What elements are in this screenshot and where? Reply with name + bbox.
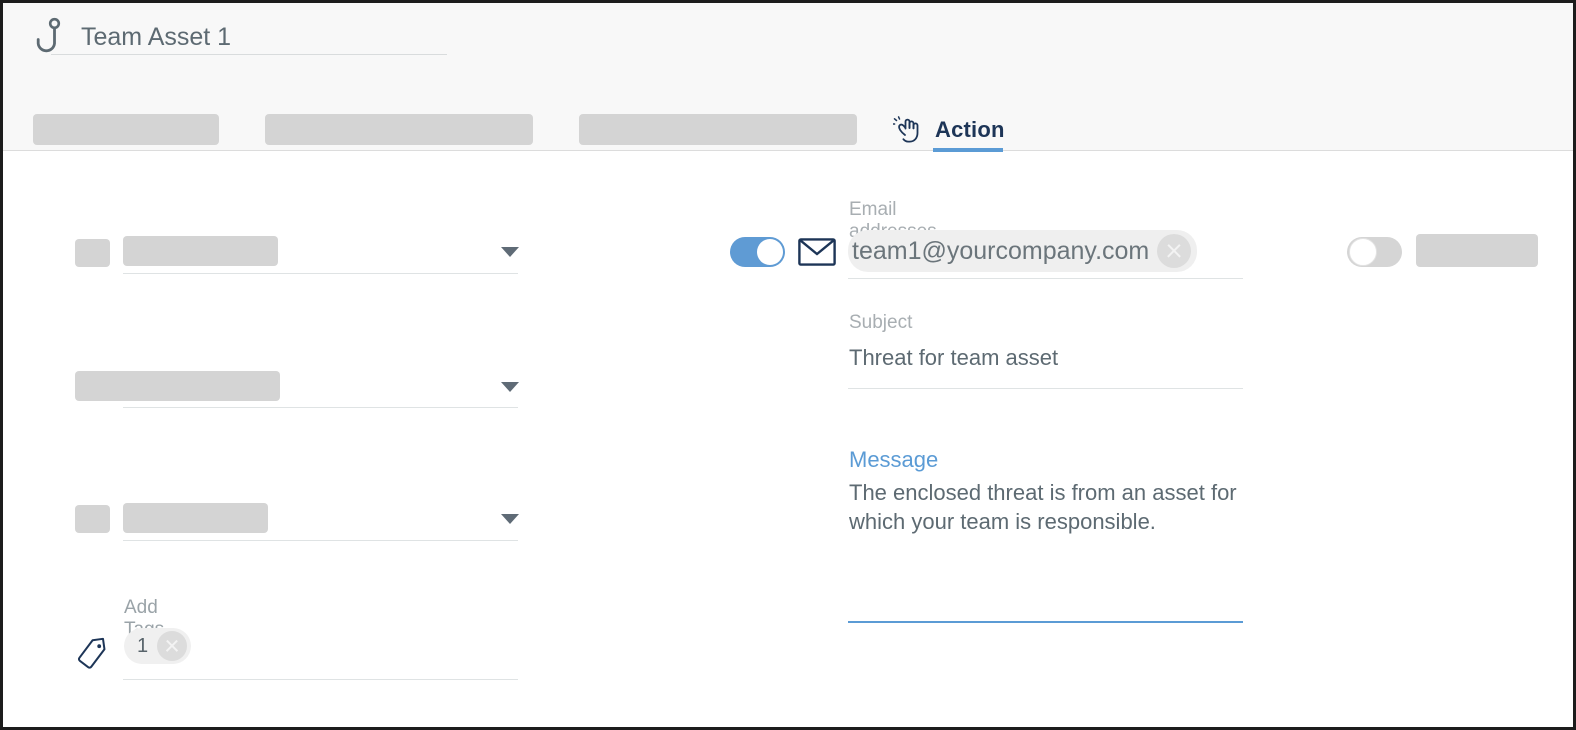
message-label: Message <box>849 447 939 472</box>
form-row-2-chevron-down-icon[interactable] <box>501 382 519 392</box>
tab-redacted-1[interactable] <box>33 114 219 145</box>
message-underline <box>848 621 1243 623</box>
email-chip-label: team1@yourcompany.com <box>852 236 1150 265</box>
add-tags-underline <box>123 679 518 680</box>
form-row-3-underline <box>123 540 518 541</box>
email-addresses-underline <box>848 278 1243 279</box>
asset-title-row: Team Asset 1 <box>33 17 477 59</box>
tag-chip-label: 1 <box>137 634 149 657</box>
subject-input[interactable]: Threat for team asset <box>849 345 1058 371</box>
tab-bar: Action <box>3 109 1573 151</box>
hand-pointer-icon <box>893 116 935 144</box>
tab-action[interactable]: Action <box>891 109 1007 151</box>
form-row-1-underline <box>123 273 518 274</box>
subject-label: Subject <box>849 312 913 333</box>
tab-redacted-3[interactable] <box>579 114 857 145</box>
asset-title-field[interactable]: Team Asset 1 <box>77 17 477 57</box>
form-row-3-chevron-down-icon[interactable] <box>501 514 519 524</box>
form-row-1-value-redacted[interactable] <box>123 236 278 266</box>
form-row-1-prefix-redacted[interactable] <box>75 239 110 267</box>
tab-active-underline <box>933 148 1003 152</box>
email-action-toggle[interactable] <box>730 237 785 267</box>
form-row-2-underline <box>123 407 518 408</box>
subject-underline <box>848 388 1243 389</box>
secondary-action-toggle[interactable] <box>1347 237 1402 267</box>
tab-redacted-2[interactable] <box>265 114 533 145</box>
secondary-action-toggle-knob <box>1349 238 1377 266</box>
email-chip-list: team1@yourcompany.com <box>848 230 1198 272</box>
asset-title-text: Team Asset 1 <box>81 23 232 51</box>
asset-title-underline <box>51 54 447 55</box>
tag-chip[interactable]: 1 <box>124 628 192 664</box>
remove-email-icon[interactable] <box>1157 234 1192 268</box>
remove-tag-icon[interactable] <box>157 631 188 661</box>
form-row-1-chevron-down-icon[interactable] <box>501 247 519 257</box>
fish-hook-icon <box>33 17 77 59</box>
message-textarea[interactable]: The enclosed threat is from an asset for… <box>849 478 1241 536</box>
email-action-toggle-knob <box>757 239 783 265</box>
form-row-2-value-redacted[interactable] <box>75 371 280 401</box>
email-chip[interactable]: team1@yourcompany.com <box>848 230 1198 272</box>
panel-header: Team Asset 1 Action <box>3 3 1573 152</box>
secondary-action-redacted[interactable] <box>1416 234 1538 267</box>
form-row-3-prefix-redacted[interactable] <box>75 505 110 533</box>
form-row-3-value-redacted[interactable] <box>123 503 268 533</box>
tab-action-label: Action <box>935 117 1005 142</box>
asset-action-panel: Team Asset 1 Action Add 1 Email team1@yo… <box>0 0 1576 730</box>
tag-chip-list: 1 <box>124 628 192 664</box>
